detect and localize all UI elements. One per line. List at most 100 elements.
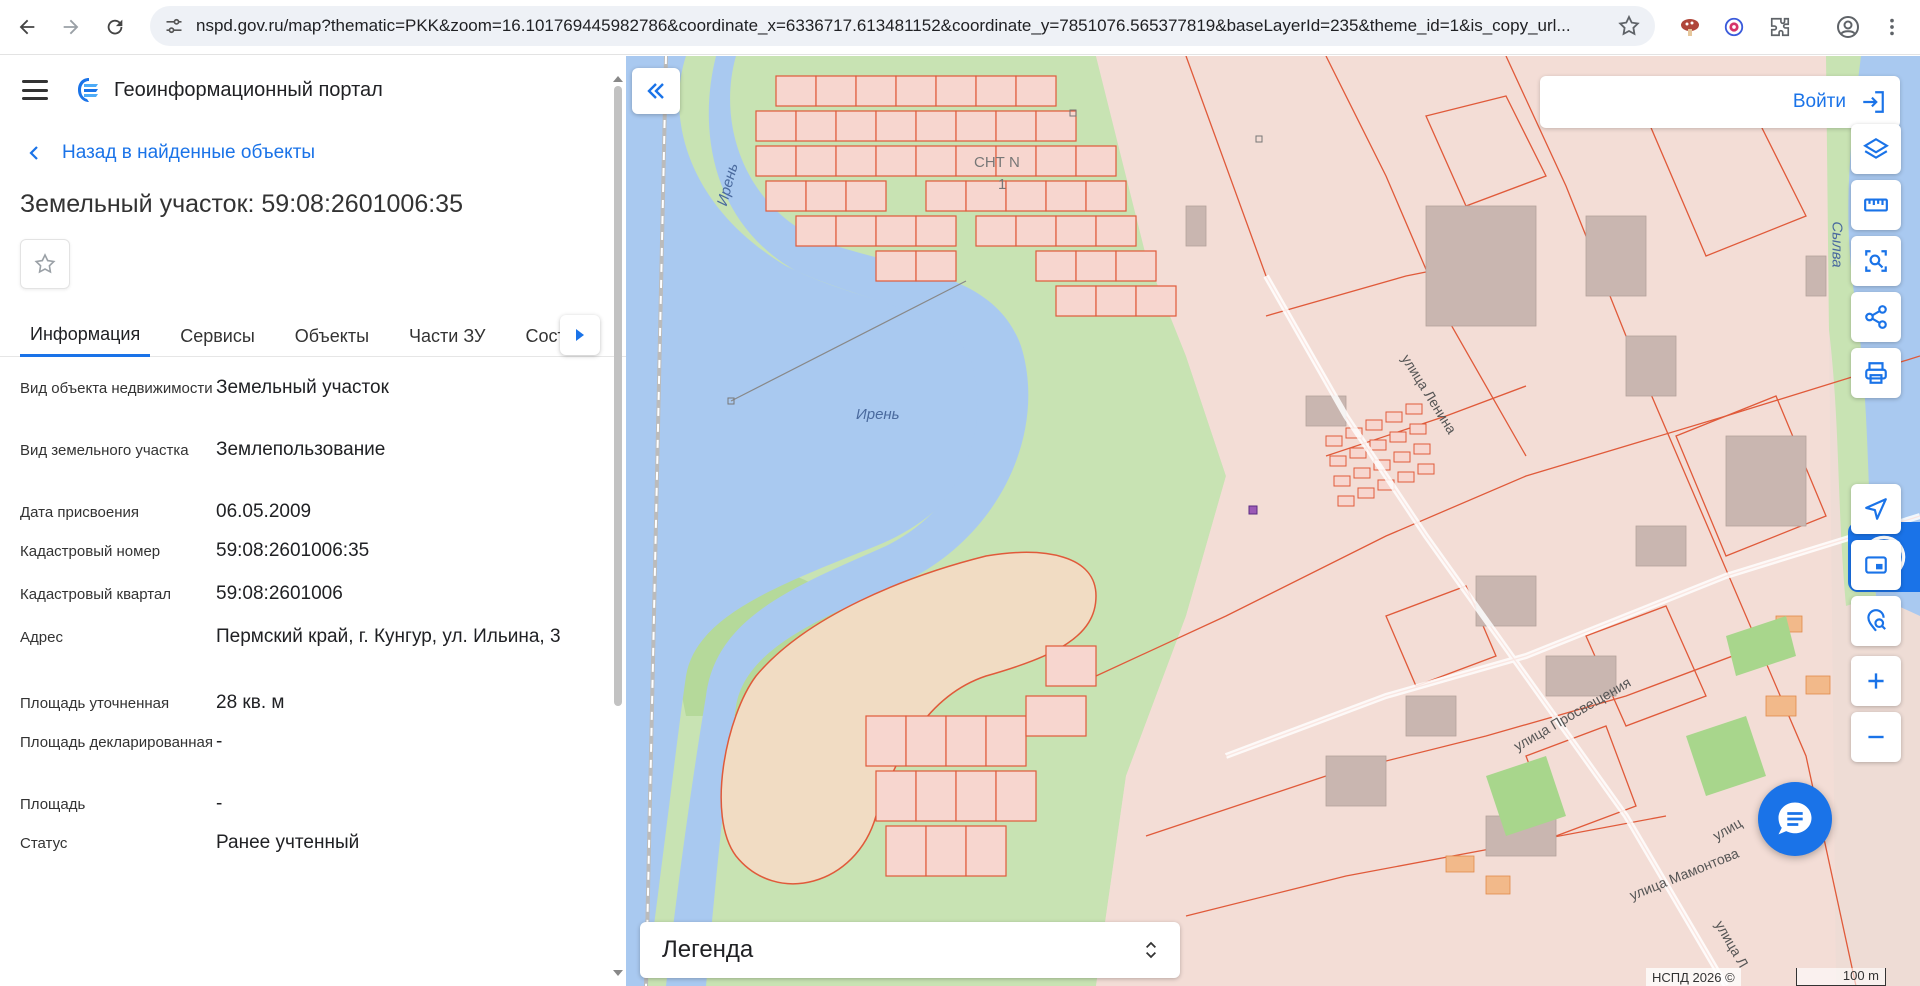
chat-button[interactable] — [1758, 782, 1832, 856]
attribute-label: Площадь декларированная — [20, 734, 213, 751]
attribute-row: Площадь уточненная 28 кв. м — [20, 690, 626, 729]
back-to-results-link[interactable]: Назад в найденные объекты — [26, 142, 626, 164]
scroll-down-arrow[interactable] — [613, 970, 623, 976]
navigate-icon — [1865, 498, 1887, 520]
tab-parts[interactable]: Части ЗУ — [399, 315, 495, 357]
expand-collapse-icon — [1146, 941, 1156, 959]
reload-icon[interactable] — [97, 9, 133, 45]
zoom-in-button[interactable] — [1851, 656, 1901, 706]
scale-bar: 100 m — [1796, 968, 1886, 986]
attribute-label: Вид объекта недвижимости — [20, 380, 213, 397]
login-label[interactable]: Войти — [1793, 91, 1846, 113]
attribute-value: 59:08:2601006 — [216, 583, 343, 604]
minimap-button[interactable] — [1851, 540, 1901, 590]
attribute-label: Кадастровый номер — [20, 543, 161, 560]
location-search-button[interactable] — [1851, 596, 1901, 646]
attribute-label: Площадь уточненная — [20, 695, 170, 712]
map-base-layer[interactable] — [626, 56, 1920, 986]
map-label: Ирень — [856, 406, 900, 423]
attribute-value: 06.05.2009 — [216, 501, 312, 522]
attribute-label: Адрес — [20, 629, 63, 646]
print-icon — [1865, 362, 1887, 384]
share-icon — [1865, 305, 1887, 329]
chevron-left-icon — [29, 146, 38, 160]
ruler-icon — [1864, 198, 1888, 212]
back-icon[interactable] — [9, 9, 45, 45]
double-chevron-left-icon — [647, 83, 664, 99]
panel-header: Геоинформационный портал — [0, 56, 626, 124]
browser-menu-icon[interactable] — [1878, 13, 1906, 41]
collapse-panel-button[interactable] — [632, 68, 680, 114]
attribute-row: Дата присвоения 06.05.2009 — [20, 499, 626, 538]
location-search-icon — [1867, 609, 1886, 632]
zoom-out-button[interactable] — [1851, 712, 1901, 762]
attribute-value: Землепользование — [216, 439, 386, 460]
attribute-label: Кадастровый квартал — [20, 586, 172, 603]
attribute-row: Статус Ранее учтенный — [20, 830, 626, 869]
tab-objects[interactable]: Объекты — [285, 315, 379, 357]
attribute-value: - — [216, 793, 223, 814]
attribute-row: Площадь - — [20, 791, 626, 830]
forward-icon[interactable] — [53, 9, 89, 45]
navigate-button[interactable] — [1851, 484, 1901, 534]
attribute-row: Кадастровый номер 59:08:2601006:35 — [20, 538, 626, 581]
layers-button[interactable] — [1851, 124, 1901, 174]
star-icon — [34, 253, 56, 274]
share-button[interactable] — [1851, 292, 1901, 342]
map-label: 1 — [998, 176, 1007, 193]
attribute-label: Статус — [20, 835, 68, 852]
attribute-value: 59:08:2601006:35 — [216, 540, 370, 561]
bookmark-star-icon[interactable] — [1617, 14, 1641, 38]
extension-target-icon[interactable] — [1720, 13, 1748, 41]
url-text[interactable]: nspd.gov.ru/map?thematic=PKK&zoom=16.101… — [196, 16, 1596, 36]
site-info-icon[interactable] — [164, 16, 184, 36]
extensions-puzzle-icon[interactable] — [1766, 13, 1794, 41]
panel-scrollbar[interactable] — [612, 76, 623, 976]
portal-title: Геоинформационный портал — [114, 78, 383, 101]
tab-services[interactable]: Сервисы — [170, 315, 265, 357]
chat-bubble-icon — [1778, 802, 1812, 835]
attributes-list: Вид объекта недвижимости Земельный участ… — [0, 375, 626, 869]
favorite-button[interactable] — [20, 239, 70, 289]
attribute-row: Площадь декларированная - — [20, 729, 626, 791]
object-tabs: Информация Сервисы Объекты Части ЗУ Сост… — [0, 315, 626, 357]
legend-dropdown[interactable]: Легенда — [640, 922, 1180, 978]
portal-logo-icon — [78, 78, 98, 102]
legend-label[interactable]: Легенда — [662, 936, 753, 964]
attribute-value: - — [216, 731, 223, 752]
back-link-label[interactable]: Назад в найденные объекты — [62, 142, 315, 164]
login-button[interactable]: Войти — [1540, 76, 1900, 128]
attribute-label: Площадь — [20, 796, 86, 813]
browser-toolbar: nspd.gov.ru/map?thematic=PKK&zoom=16.101… — [0, 0, 1920, 55]
map-attribution: НСПД 2026 © — [1646, 968, 1741, 986]
select-area-icon — [1865, 250, 1887, 272]
map-canvas[interactable]: Ирень Ирень СНТ N 1 Сылва улица Ленина у… — [626, 56, 1920, 986]
map-label: СНТ N — [974, 154, 1020, 171]
attribute-value: Пермский край, г. Кунгур, ул. Ильина, 3 — [216, 626, 561, 647]
scrollbar-thumb[interactable] — [614, 86, 622, 706]
attribute-value: 28 кв. м — [216, 692, 285, 713]
attribute-label: Дата присвоения — [20, 504, 139, 521]
ruler-button[interactable] — [1851, 180, 1901, 230]
info-panel: Геоинформационный портал Назад в найденн… — [0, 56, 626, 986]
tab-information[interactable]: Информация — [20, 315, 151, 357]
extension-mushroom-icon[interactable] — [1676, 13, 1704, 41]
hamburger-menu-icon[interactable] — [22, 80, 48, 100]
attribute-value: Земельный участок — [216, 377, 389, 398]
tabs-scroll-right-button[interactable] — [560, 315, 600, 355]
zoom-out-icon — [1868, 735, 1884, 739]
scroll-up-arrow[interactable] — [613, 76, 623, 82]
map-label: Сылва — [1828, 221, 1846, 268]
attribute-row: Вид земельного участка Землепользование — [20, 437, 626, 499]
caret-right-icon — [576, 329, 584, 341]
attribute-label: Вид земельного участка — [20, 442, 189, 459]
print-button[interactable] — [1851, 348, 1901, 398]
attribute-row: Кадастровый квартал 59:08:2601006 — [20, 581, 626, 624]
attribute-row: Адрес Пермский край, г. Кунгур, ул. Ильи… — [20, 624, 626, 690]
zoom-in-icon — [1868, 673, 1884, 689]
address-bar[interactable]: nspd.gov.ru/map?thematic=PKK&zoom=16.101… — [150, 6, 1655, 46]
select-area-button[interactable] — [1851, 236, 1901, 286]
profile-icon[interactable] — [1834, 13, 1862, 41]
attribute-value: Ранее учтенный — [216, 832, 360, 853]
layers-icon — [1863, 137, 1889, 159]
